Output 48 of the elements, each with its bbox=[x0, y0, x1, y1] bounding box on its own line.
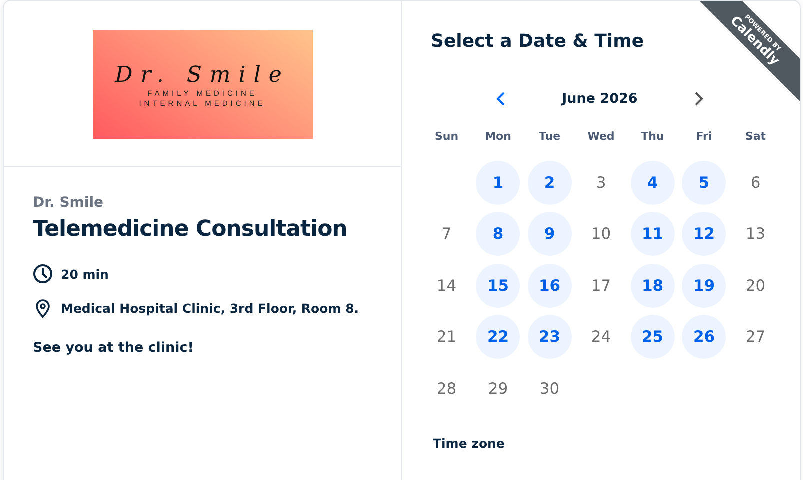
location-pin-icon bbox=[33, 298, 53, 318]
weekday-label: Mon bbox=[485, 130, 512, 143]
available-date[interactable]: 25 bbox=[630, 315, 675, 359]
weekday-label: Tue bbox=[538, 130, 561, 143]
available-date[interactable]: 2 bbox=[528, 160, 572, 204]
calendar-date: 20 bbox=[744, 276, 767, 296]
weekday-label: Fri bbox=[696, 130, 712, 143]
calendar-heading: Select a Date & Time bbox=[431, 31, 644, 52]
month-label: June 2026 bbox=[560, 91, 639, 107]
duration-text: 20 min bbox=[61, 266, 109, 282]
available-date[interactable]: 5 bbox=[682, 160, 726, 204]
calendar-date: 29 bbox=[487, 378, 510, 400]
time-zone-label: Time zone bbox=[432, 436, 506, 450]
available-date[interactable]: 23 bbox=[528, 315, 572, 359]
available-date[interactable]: 22 bbox=[476, 315, 520, 359]
calendar-date: 6 bbox=[750, 172, 762, 194]
event-description: See you at the clinic! bbox=[33, 340, 195, 356]
calendar-date: 3 bbox=[595, 172, 608, 194]
calendar-date: 7 bbox=[440, 224, 453, 245]
calendar-date: 21 bbox=[436, 327, 458, 348]
calendar-date: 14 bbox=[436, 276, 458, 296]
available-date[interactable]: 8 bbox=[476, 212, 520, 256]
available-date[interactable]: 15 bbox=[476, 264, 520, 308]
available-date[interactable]: 9 bbox=[528, 212, 572, 256]
weekday-label: Sun bbox=[434, 130, 459, 143]
available-date[interactable]: 19 bbox=[682, 264, 726, 308]
weekday-label: Wed bbox=[588, 130, 615, 143]
calendar-date: 27 bbox=[744, 327, 767, 348]
clock-icon bbox=[33, 264, 53, 284]
available-date[interactable]: 26 bbox=[682, 315, 726, 359]
calendar-date: 10 bbox=[590, 224, 612, 245]
event-title: Telemedicine Consultation bbox=[33, 217, 348, 242]
available-date[interactable]: 1 bbox=[476, 160, 520, 204]
weekday-label: Thu bbox=[641, 130, 664, 143]
available-date[interactable]: 12 bbox=[682, 212, 726, 256]
available-date[interactable]: 11 bbox=[630, 212, 675, 256]
weekday-label: Sat bbox=[745, 130, 766, 143]
available-date[interactable]: 16 bbox=[528, 264, 572, 308]
available-date[interactable]: 18 bbox=[630, 264, 675, 308]
calendar-date: 24 bbox=[590, 327, 612, 348]
calendar-date: 17 bbox=[590, 276, 612, 296]
location-text: Medical Hospital Clinic, 3rd Floor, Room 8. bbox=[61, 300, 360, 316]
calendar-date: 13 bbox=[744, 224, 767, 245]
calendar-date: 30 bbox=[538, 378, 561, 400]
host-name: Dr. Smile bbox=[33, 195, 104, 211]
calendar-date: 28 bbox=[436, 378, 458, 400]
available-date[interactable]: 4 bbox=[630, 160, 675, 204]
logo-signature: Dr. Smile bbox=[115, 64, 290, 89]
